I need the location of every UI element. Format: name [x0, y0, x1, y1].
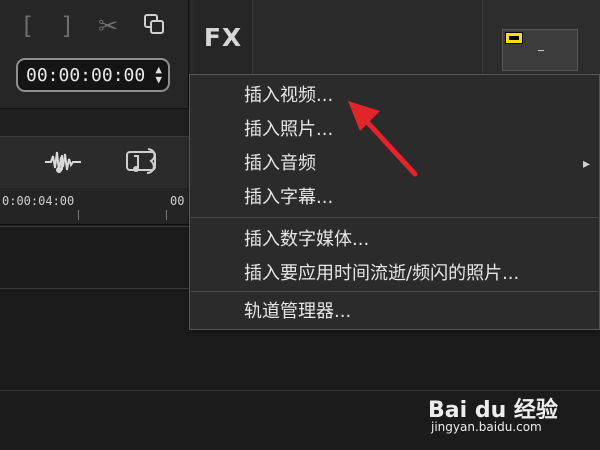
ruler-tick — [166, 210, 167, 220]
timeline-ruler[interactable]: 0:00:04:00 00 — [0, 188, 190, 225]
mark-out-button[interactable]: ] — [60, 12, 74, 40]
mark-in-button[interactable]: [ — [20, 12, 34, 40]
menu-item-insert-subtitle[interactable]: 插入字幕... — [244, 181, 333, 215]
ruler-partial-label: 00 — [170, 194, 185, 208]
menu-item-label: 插入照片... — [244, 119, 334, 140]
menu-item-track-manager[interactable]: 轨道管理器... — [244, 295, 351, 329]
menu-item-label: 插入要应用时间流逝/频闪的照片... — [244, 263, 520, 284]
menu-item-insert-digital-media[interactable]: 插入数字媒体... — [244, 223, 369, 257]
timecode-field[interactable]: 00:00:00:00 ▲ ▼ — [16, 58, 170, 92]
ruler-time-label: 0:00:04:00 — [2, 194, 75, 208]
menu-item-label: 插入音频 — [244, 153, 316, 174]
menu-item-insert-time-lapse-photo[interactable]: 插入要应用时间流逝/频闪的照片... — [244, 257, 519, 291]
menu-item-insert-photo[interactable]: 插入照片... — [244, 113, 333, 147]
scissors-icon[interactable]: ✂ — [98, 12, 118, 40]
track-tools-row — [0, 136, 190, 190]
timecode-value: 00:00:00:00 — [26, 64, 146, 86]
fx-button[interactable]: FX — [194, 0, 253, 74]
context-menu: 插入视频... 插入照片... 插入音频 ▸ 插入字幕... 插入数字媒体...… — [189, 74, 600, 330]
submenu-arrow-icon: ▸ — [582, 156, 590, 172]
player-controls-panel: [ ] ✂ 00:00:00:00 ▲ ▼ — [0, 0, 189, 109]
watermark-url: jingyan.baidu.com — [431, 420, 542, 434]
audio-waveform-icon[interactable] — [45, 147, 81, 177]
copy-icon[interactable] — [143, 13, 165, 35]
menu-item-label: 插入视频... — [244, 85, 334, 106]
media-thumbnail[interactable] — [502, 29, 578, 71]
app-window: [ ] ✂ 00:00:00:00 ▲ ▼ FX 0:00:04:00 00 插… — [0, 0, 600, 450]
menu-item-insert-audio[interactable]: 插入音频 ▸ — [244, 147, 594, 181]
ruler-tick — [78, 210, 79, 220]
thumbnail-center-mark — [538, 50, 544, 51]
menu-item-label: 插入字幕... — [244, 187, 334, 208]
menu-item-label: 轨道管理器... — [244, 301, 352, 322]
film-badge-icon — [505, 32, 523, 44]
menu-item-insert-video[interactable]: 插入视频... — [244, 79, 333, 113]
baidu-watermark: Bai du 经验 jingyan.baidu.com — [428, 392, 570, 436]
music-track-icon[interactable] — [124, 145, 162, 179]
menu-divider — [191, 291, 598, 292]
media-thumbnail-panel — [482, 0, 600, 74]
menu-item-label: 插入数字媒体... — [244, 229, 370, 250]
track-divider — [0, 390, 600, 391]
timecode-stepper-icon[interactable]: ▲ ▼ — [155, 64, 162, 85]
menu-divider — [191, 217, 598, 218]
